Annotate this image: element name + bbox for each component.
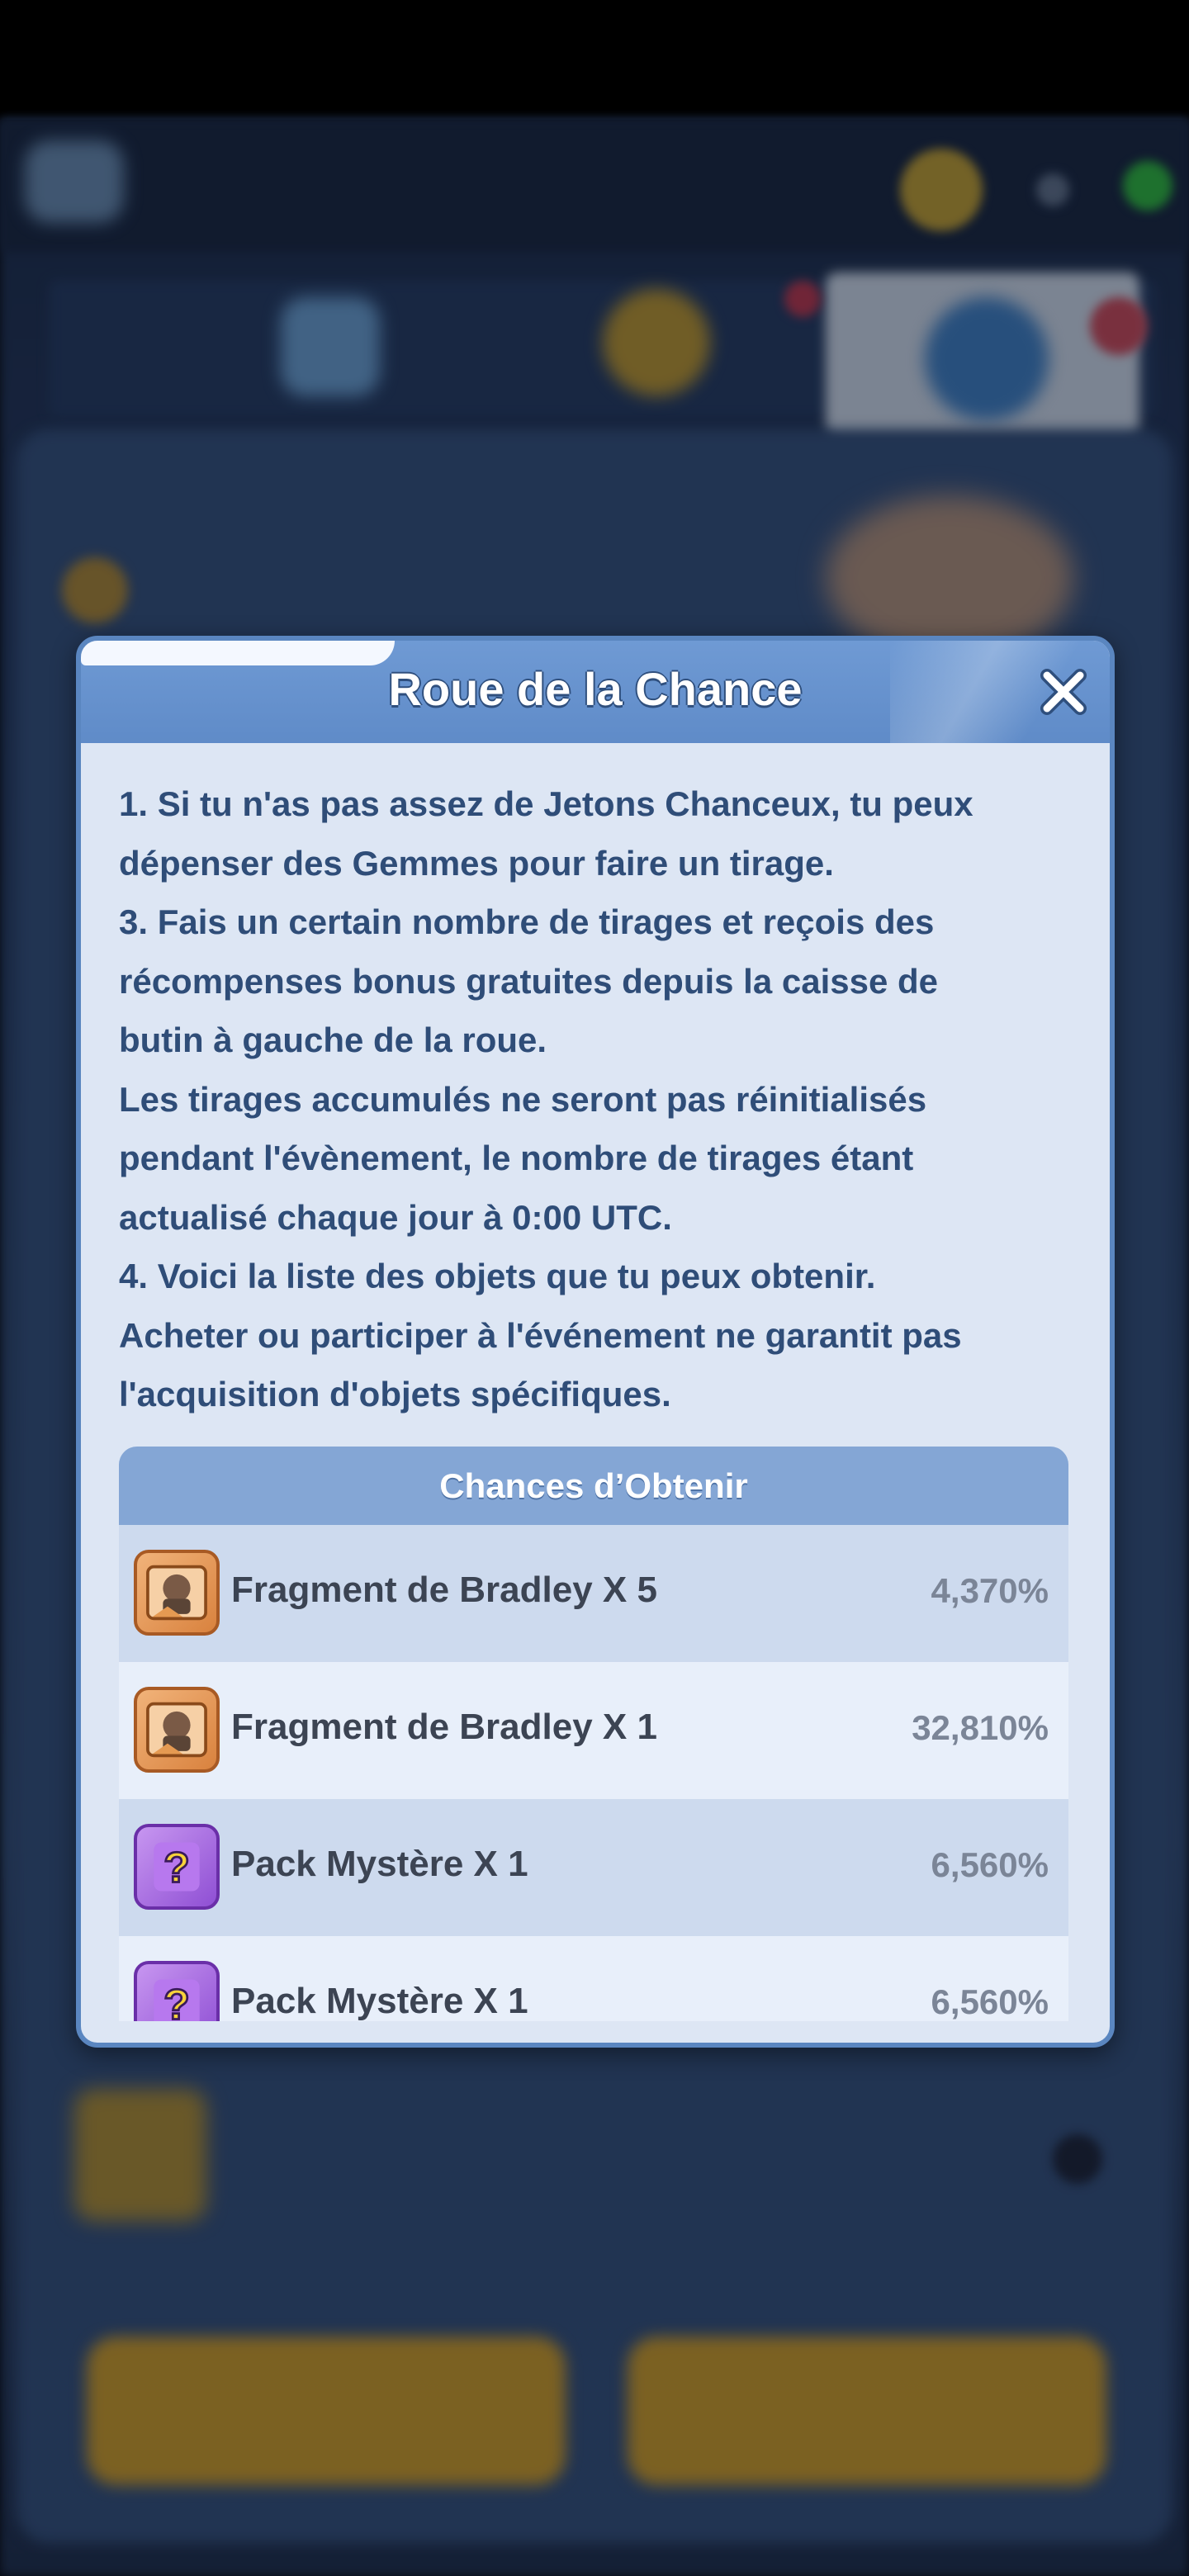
modal-header: Roue de la Chance [81, 641, 1110, 743]
bradley-fragment-icon [134, 1687, 220, 1773]
mystery-pack-icon: ? [134, 1824, 220, 1910]
rules-line: 4. Voici la liste des objets que tu peux… [119, 1257, 876, 1295]
rules-line: Les tirages accumulés ne seront pas réin… [119, 1079, 927, 1119]
item-name: Fragment de Bradley X 5 [231, 1570, 657, 1610]
table-scroll-area[interactable]: Fragment de Bradley X 5 4,370% Fragment … [119, 1525, 1068, 2021]
info-modal: Roue de la Chance 1. Si tu n'as pas asse… [76, 636, 1115, 2048]
rules-line: pendant l'évènement, le nombre de tirage… [119, 1139, 914, 1177]
item-name: Pack Mystère X 1 [231, 1981, 528, 2021]
rules-line: actualisé chaque jour à 0:00 UTC. [119, 1197, 672, 1237]
status-bar-area [0, 0, 1189, 120]
rules-line: l'acquisition d'objets spécifiques. [119, 1375, 671, 1413]
close-x-icon [1040, 669, 1087, 715]
close-button[interactable] [1030, 659, 1097, 725]
modal-title: Roue de la Chance [388, 663, 803, 715]
item-name: Pack Mystère X 1 [231, 1844, 528, 1884]
item-chance: 6,560% [931, 1982, 1049, 2021]
item-chance: 4,370% [931, 1571, 1049, 1610]
mystery-pack-icon: ? [134, 1961, 220, 2021]
table-row: Fragment de Bradley X 5 4,370% [119, 1525, 1068, 1662]
item-chance: 32,810% [912, 1708, 1049, 1747]
bradley-fragment-icon [134, 1550, 220, 1636]
item-name: Fragment de Bradley X 1 [231, 1707, 657, 1747]
table-row: Fragment de Bradley X 1 32,810% [119, 1662, 1068, 1799]
rules-text: 1. Si tu n'as pas assez de Jetons Chance… [119, 774, 1085, 1424]
drop-chances-table: Chances d’Obtenir Fragment de Bradley X … [119, 1447, 1068, 2021]
rules-line: butin à gauche de la roue. [119, 1020, 547, 1059]
item-chance: 6,560% [931, 1845, 1049, 1884]
rules-line: 1. Si tu n'as pas assez de Jetons Chance… [119, 784, 973, 823]
svg-text:?: ? [163, 1980, 190, 2021]
table-row: ? Pack Mystère X 1 6,560% [119, 1936, 1068, 2021]
table-header: Chances d’Obtenir [119, 1447, 1068, 1525]
rules-line: 3. Fais un certain nombre de tirages et … [119, 902, 935, 941]
table-row: ? Pack Mystère X 1 6,560% [119, 1799, 1068, 1936]
rules-line: récompenses bonus gratuites depuis la ca… [119, 961, 939, 1001]
rules-line: Acheter ou participer à l'événement ne g… [119, 1315, 962, 1355]
rules-line: dépenser des Gemmes pour faire un tirage… [119, 843, 834, 883]
svg-text:?: ? [163, 1843, 190, 1891]
